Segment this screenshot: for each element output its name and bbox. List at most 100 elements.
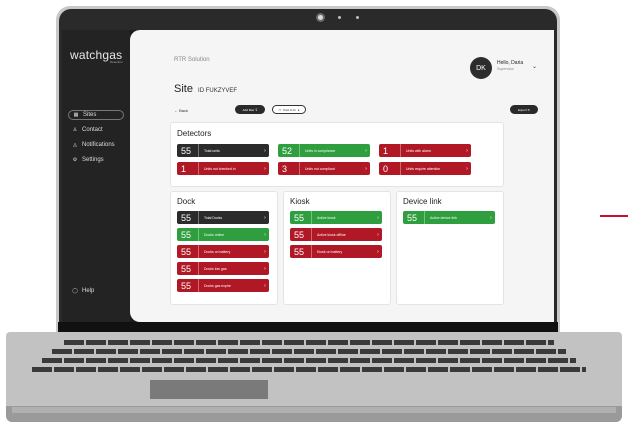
stat-label: Units in compliance bbox=[305, 148, 336, 153]
stat-units-require-attention[interactable]: 0 Units require attention › bbox=[379, 162, 471, 175]
sidebar-item-label: Sites bbox=[83, 112, 97, 118]
stat-kiosk-on-battery[interactable]: 55 Kiosk on battery › bbox=[290, 245, 382, 258]
stat-label: Units require attention bbox=[406, 166, 441, 171]
chevron-right-icon: › bbox=[466, 147, 468, 154]
trackpad bbox=[150, 380, 268, 399]
stat-label: Active kiosk offline bbox=[317, 232, 346, 237]
stat-label: Docks low gas bbox=[204, 266, 227, 271]
sidebar-item-label: Contact bbox=[82, 127, 103, 133]
chevron-right-icon: › bbox=[264, 147, 266, 154]
stat-label: Total Docks bbox=[204, 215, 223, 220]
card-title: Dock bbox=[177, 197, 196, 206]
chevron-right-icon: › bbox=[264, 282, 266, 289]
chevron-right-icon: › bbox=[490, 214, 492, 221]
help-icon: ◯ bbox=[72, 288, 78, 294]
person-icon: ♙ bbox=[72, 127, 78, 133]
sidebar-item-help[interactable]: ◯ Help bbox=[68, 286, 124, 296]
bell-icon: ◬ bbox=[73, 142, 77, 148]
chevron-right-icon: › bbox=[365, 165, 367, 172]
stat-docks-on-battery[interactable]: 55 Docks on battery › bbox=[177, 245, 269, 258]
stat-value: 1 bbox=[177, 162, 199, 175]
stat-total-docks[interactable]: 55 Total Docks › bbox=[177, 211, 269, 224]
breadcrumb: RTR Solution bbox=[174, 57, 210, 63]
stat-label: Units not checked in bbox=[204, 166, 236, 171]
gear-icon: ⚙ bbox=[72, 157, 78, 163]
stat-value: 1 bbox=[379, 144, 401, 157]
back-link[interactable]: ← Back bbox=[174, 108, 188, 113]
stat-value: 55 bbox=[290, 245, 312, 258]
stat-value: 55 bbox=[290, 228, 312, 241]
sidebar-item-contact[interactable]: ♙ Contact bbox=[68, 125, 124, 135]
chevron-right-icon: › bbox=[365, 147, 367, 154]
stat-docks-online[interactable]: 55 Docks online › bbox=[177, 228, 269, 241]
accent-line bbox=[600, 215, 628, 217]
card-title: Kiosk bbox=[290, 197, 310, 206]
stat-label: Kiosk on battery bbox=[317, 249, 343, 254]
stat-label: Units not compliant bbox=[305, 166, 335, 171]
back-label: Back bbox=[179, 108, 189, 113]
stat-active-kiosk-offline[interactable]: 55 Active kiosk offline › bbox=[290, 228, 382, 241]
chevron-right-icon: › bbox=[377, 214, 379, 221]
export-icon: ↻ bbox=[526, 107, 531, 112]
site-id: ID FUKZYVEF bbox=[198, 88, 238, 94]
dock-card: Dock 55 Total Docks › 55 Docks online › … bbox=[170, 191, 278, 305]
chevron-right-icon: › bbox=[264, 248, 266, 255]
sidebar-item-label: Help bbox=[82, 288, 95, 294]
arrow-left-icon: ← bbox=[174, 108, 178, 113]
close-icon[interactable]: ● bbox=[298, 108, 300, 112]
stat-active-kiosk[interactable]: 55 Active kiosk › bbox=[290, 211, 382, 224]
stat-docks-gas-expire[interactable]: 55 Docks gas expire › bbox=[177, 279, 269, 292]
chevron-right-icon: › bbox=[377, 248, 379, 255]
site-title: Site bbox=[174, 83, 193, 95]
stat-label: Total units bbox=[204, 148, 220, 153]
stat-value: 55 bbox=[403, 211, 425, 224]
sidebar-item-sites[interactable]: ▦ Sites bbox=[68, 110, 124, 120]
filter-icon: ⊽ bbox=[254, 107, 258, 112]
stat-value: 55 bbox=[177, 245, 199, 258]
sidebar-item-label: Notifications bbox=[82, 142, 115, 148]
webcam-icon bbox=[316, 13, 325, 22]
stat-value: 55 bbox=[177, 144, 199, 157]
stat-units-in-compliance[interactable]: 52 Units in compliance › bbox=[278, 144, 370, 157]
kiosk-card: Kiosk 55 Active kiosk › 55 Active kiosk … bbox=[283, 191, 391, 305]
user-greeting: Hello, Daria bbox=[497, 60, 524, 66]
detectors-card: Detectors 55 Total units › 52 Units in c… bbox=[170, 122, 504, 187]
sidebar: watchgas Detection ▦ Sites ♙ Contact ◬ N… bbox=[62, 30, 130, 322]
card-title: Detectors bbox=[177, 129, 212, 138]
chevron-right-icon: › bbox=[264, 214, 266, 221]
stat-units-not-compliant[interactable]: 3 Units not compliant › bbox=[278, 162, 370, 175]
stat-value: 0 bbox=[379, 162, 401, 175]
sidebar-item-notifications[interactable]: ◬ Notifications bbox=[68, 140, 124, 150]
stat-units-not-checked-in[interactable]: 1 Units not checked in › bbox=[177, 162, 269, 175]
chevron-right-icon: › bbox=[264, 165, 266, 172]
keyboard-row bbox=[42, 358, 576, 363]
chevron-down-icon[interactable]: ⌄ bbox=[532, 63, 537, 70]
sensor-dot-icon bbox=[356, 16, 359, 19]
date-filter-chip[interactable]: ▭ Past 6:11 ● bbox=[272, 105, 306, 114]
avatar[interactable]: DK bbox=[470, 57, 492, 79]
card-title: Device link bbox=[403, 197, 442, 206]
sidebar-item-settings[interactable]: ⚙ Settings bbox=[68, 155, 124, 165]
export-label: Export bbox=[517, 107, 527, 112]
laptop-screen: watchgas Detection ▦ Sites ♙ Contact ◬ N… bbox=[62, 30, 554, 322]
chevron-right-icon: › bbox=[377, 231, 379, 238]
stat-units-with-alarm[interactable]: 1 Units with alarm › bbox=[379, 144, 471, 157]
user-role: Supervisor bbox=[497, 67, 514, 71]
stat-value: 52 bbox=[278, 144, 300, 157]
keyboard-row bbox=[52, 349, 566, 354]
keyboard-row bbox=[32, 367, 586, 372]
stat-docks-low-gas[interactable]: 55 Docks low gas › bbox=[177, 262, 269, 275]
grid-icon: ▦ bbox=[73, 112, 79, 118]
add-filter-button[interactable]: Add filter ⊽ bbox=[235, 105, 265, 114]
stat-active-device-link[interactable]: 55 Active device link › bbox=[403, 211, 495, 224]
stat-value: 3 bbox=[278, 162, 300, 175]
stat-total-units[interactable]: 55 Total units › bbox=[177, 144, 269, 157]
main-content: RTR Solution Site ID FUKZYVEF DK Hello, … bbox=[130, 30, 554, 322]
stat-label: Units with alarm bbox=[406, 148, 431, 153]
export-button[interactable]: Export ↻ bbox=[510, 105, 538, 114]
stat-value: 55 bbox=[290, 211, 312, 224]
laptop-base-edge bbox=[12, 407, 616, 413]
stat-label: Docks online bbox=[204, 232, 225, 237]
sidebar-item-label: Settings bbox=[82, 157, 104, 163]
page-title: Site ID FUKZYVEF bbox=[174, 83, 237, 95]
